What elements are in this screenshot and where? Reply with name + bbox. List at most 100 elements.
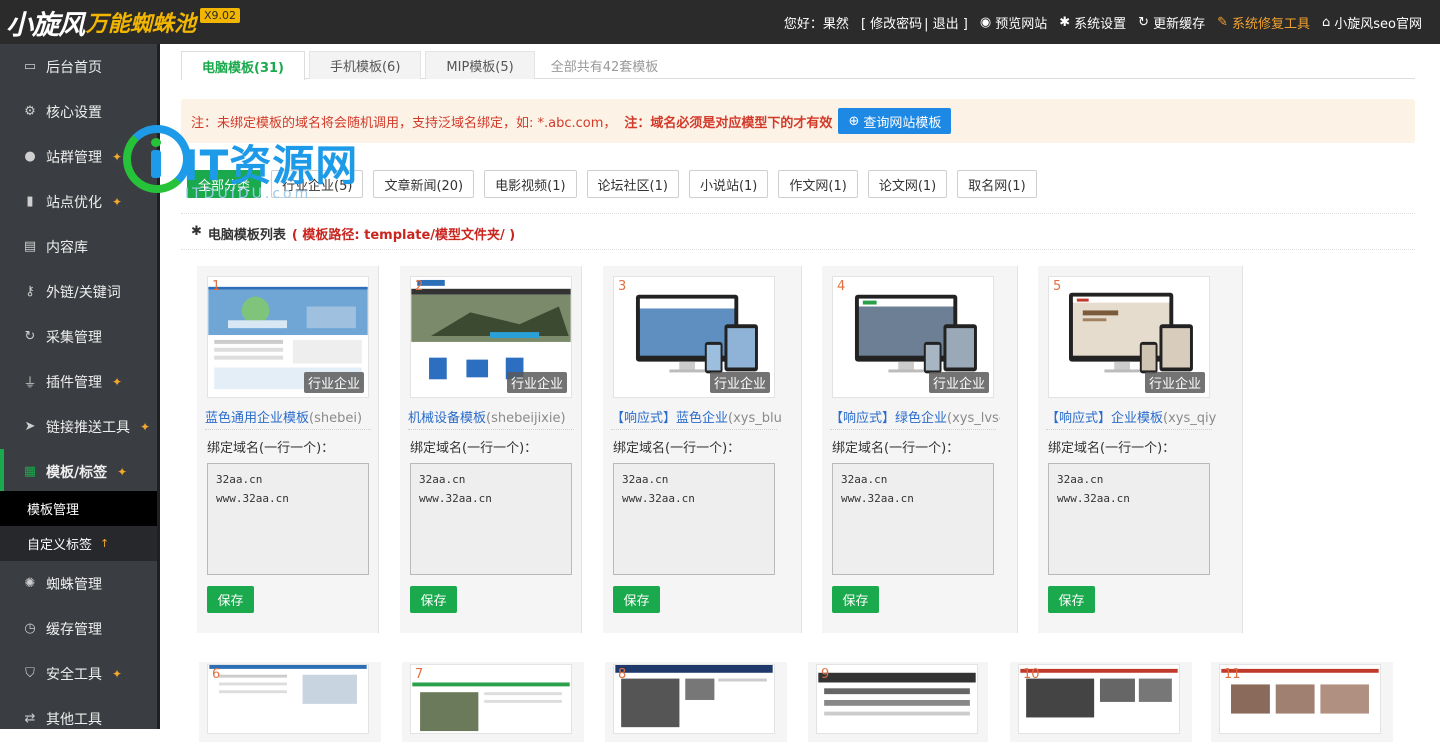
template-name-link[interactable]: 【响应式】绿色企业(xys_lvse) — [830, 407, 1000, 426]
sidebar-item-spider[interactable]: ✺ 蜘蛛管理 — [0, 561, 157, 606]
template-thumbnail[interactable]: 8 — [613, 664, 775, 734]
preview-site-link[interactable]: ◉ 预览网站 — [980, 13, 1047, 32]
template-tabs: 电脑模板(31) 手机模板(6) MIP模板(5) 全部共有42套模板 — [181, 51, 1415, 80]
clock-icon: ◷ — [24, 621, 36, 636]
pin-icon: ✦ — [140, 419, 151, 434]
category-video[interactable]: 电影视频(1) — [484, 170, 577, 198]
template-name-link[interactable]: 【响应式】蓝色企业(xys_blue) — [611, 407, 781, 426]
template-name-link[interactable]: 【响应式】企业模板(xys_qiye1) — [1046, 407, 1216, 426]
template-thumbnail[interactable]: 7 — [410, 664, 572, 734]
official-site-link[interactable]: ⌂ 小旋风seo官网 — [1322, 13, 1422, 32]
list-title: ✱ 电脑模板列表 ( 模板路径: template/模型文件夹/ ) — [191, 224, 515, 243]
bind-domain-textarea[interactable]: 32aa.cn www.32aa.cn — [410, 463, 572, 575]
tab-pc-templates[interactable]: 电脑模板(31) — [181, 51, 305, 80]
thumbnail-image — [209, 665, 367, 704]
sidebar-item-label: 安全工具 — [46, 666, 102, 683]
template-thumbnail[interactable]: 11 — [1219, 664, 1381, 734]
bind-domain-label: 绑定域名(一行一个)： — [207, 441, 335, 456]
wrench-icon: ✎ — [1217, 14, 1228, 30]
bind-domain-textarea[interactable]: 32aa.cn www.32aa.cn — [1048, 463, 1210, 575]
system-settings-link[interactable]: ✱ 系统设置 — [1059, 13, 1126, 32]
search-icon: ⊕ — [848, 113, 860, 129]
update-cache-label: 更新缓存 — [1153, 16, 1206, 32]
template-name-link[interactable]: 蓝色通用企业模板(shebei) — [205, 407, 375, 426]
save-button[interactable]: 保存 — [1048, 586, 1095, 613]
template-card: 1 行业企业 蓝色通用企业模板(shebei) 绑定域名(一行一个)： 32aa… — [197, 266, 379, 633]
official-site-label: 小旋风seo官网 — [1334, 16, 1422, 32]
gear-icon: ✱ — [1059, 14, 1071, 30]
sidebar-subitem-custom-tags[interactable]: 自定义标签 ↑ — [0, 526, 157, 561]
template-code: (shebeijixie) — [486, 411, 566, 426]
update-cache-link[interactable]: ↻ 更新缓存 — [1138, 13, 1205, 32]
shuffle-icon: ⇄ — [24, 711, 36, 726]
logo[interactable]: 小旋风 万能蜘蛛池 X9.02 — [6, 4, 241, 41]
sidebar-item-label: 其他工具 — [46, 711, 102, 728]
sidebar-item-content-lib[interactable]: ▤ 内容库 — [0, 224, 157, 269]
template-name-link[interactable]: 机械设备模板(shebeijixie) — [408, 407, 578, 426]
sidebar-item-templates[interactable]: ▦ 模板/标签 ✦ — [0, 449, 157, 494]
sidebar-item-label: 外链/关键词 — [46, 284, 121, 301]
template-category-tag: 行业企业 — [1144, 372, 1205, 393]
notice-bold-text: 注：域名必须是对应模型下的才有效 — [624, 115, 833, 131]
sidebar-item-label: 核心设置 — [46, 104, 102, 121]
template-thumbnail[interactable]: 5 行业企业 — [1048, 276, 1210, 398]
template-thumbnail[interactable]: 10 — [1018, 664, 1180, 734]
gear-icon: ✱ — [191, 224, 202, 239]
template-number: 2 — [415, 279, 424, 294]
change-password-link[interactable]: [ 修改密码 — [861, 13, 922, 32]
sidebar-subitem-template-manage[interactable]: 模板管理 — [0, 491, 157, 526]
template-category-tag: 行业企业 — [506, 372, 567, 393]
template-card: 11 — [1211, 662, 1393, 742]
thumbnail-image — [412, 682, 570, 732]
bind-domain-label: 绑定域名(一行一个)： — [410, 441, 538, 456]
repair-tool-link[interactable]: ✎ 系统修复工具 — [1217, 13, 1310, 32]
preview-site-label: 预览网站 — [995, 16, 1048, 32]
pin-icon: ✦ — [112, 666, 123, 681]
file-icon: ▤ — [23, 239, 37, 254]
template-thumbnail[interactable]: 9 — [816, 664, 978, 734]
save-button[interactable]: 保存 — [613, 586, 660, 613]
template-thumbnail[interactable]: 2 行业企业 — [410, 276, 572, 398]
template-thumbnail[interactable]: 3 行业企业 — [613, 276, 775, 398]
category-forum[interactable]: 论坛社区(1) — [586, 170, 679, 198]
template-name: 【响应式】企业模板 — [1046, 411, 1164, 426]
sidebar-item-security[interactable]: ⛉ 安全工具 ✦ — [0, 651, 157, 696]
save-button[interactable]: 保存 — [832, 586, 879, 613]
sidebar-item-links-keywords[interactable]: ⚷ 外链/关键词 — [0, 269, 157, 314]
pin-icon: ✦ — [112, 149, 123, 164]
bind-domain-textarea[interactable]: 32aa.cn www.32aa.cn — [207, 463, 369, 575]
sidebar-item-home[interactable]: ▭ 后台首页 — [0, 44, 157, 89]
thumbnail-image — [615, 665, 773, 728]
tab-mip-templates[interactable]: MIP模板(5) — [425, 51, 535, 79]
logout-link[interactable]: | 退出 ] — [924, 13, 968, 32]
template-name: 【响应式】蓝色企业 — [611, 411, 729, 426]
template-name: 【响应式】绿色企业 — [830, 411, 948, 426]
sidebar-item-plugins[interactable]: ⏚ 插件管理 ✦ — [0, 359, 157, 404]
template-thumbnail[interactable]: 4 行业企业 — [832, 276, 994, 398]
save-button[interactable]: 保存 — [207, 586, 254, 613]
sidebar-item-cache[interactable]: ◷ 缓存管理 — [0, 606, 157, 651]
template-thumbnail[interactable]: 6 — [207, 664, 369, 734]
sidebar-item-collect[interactable]: ↻ 采集管理 — [0, 314, 157, 359]
sidebar-item-label: 站群管理 — [46, 149, 102, 166]
divider — [611, 429, 777, 430]
save-button[interactable]: 保存 — [410, 586, 457, 613]
category-naming[interactable]: 取名网(1) — [957, 170, 1037, 198]
bind-domain-textarea[interactable]: 32aa.cn www.32aa.cn — [832, 463, 994, 575]
sidebar-item-link-push[interactable]: ➤ 链接推送工具 ✦ — [0, 404, 157, 449]
bind-domain-textarea[interactable]: 32aa.cn www.32aa.cn — [613, 463, 775, 575]
tab-mobile-templates[interactable]: 手机模板(6) — [308, 51, 422, 79]
template-number: 8 — [618, 667, 627, 682]
sidebar-item-other-tools[interactable]: ⇄ 其他工具 — [0, 696, 157, 741]
logo-sub-text: 万能蜘蛛池 — [86, 11, 197, 37]
plug-icon: ⏚ — [23, 376, 37, 391]
template-card: 7 — [402, 662, 584, 742]
category-novel[interactable]: 小说站(1) — [688, 170, 769, 198]
query-template-button[interactable]: ⊕ 查询网站模板 — [838, 108, 952, 134]
template-card: 6 — [199, 662, 381, 742]
list-title-path: ( 模板路径: template/模型文件夹/ ) — [291, 228, 516, 243]
category-essay[interactable]: 作文网(1) — [778, 170, 858, 198]
template-thumbnail[interactable]: 1 行业企业 — [207, 276, 369, 398]
divider — [205, 429, 371, 430]
category-paper[interactable]: 论文网(1) — [867, 170, 948, 198]
